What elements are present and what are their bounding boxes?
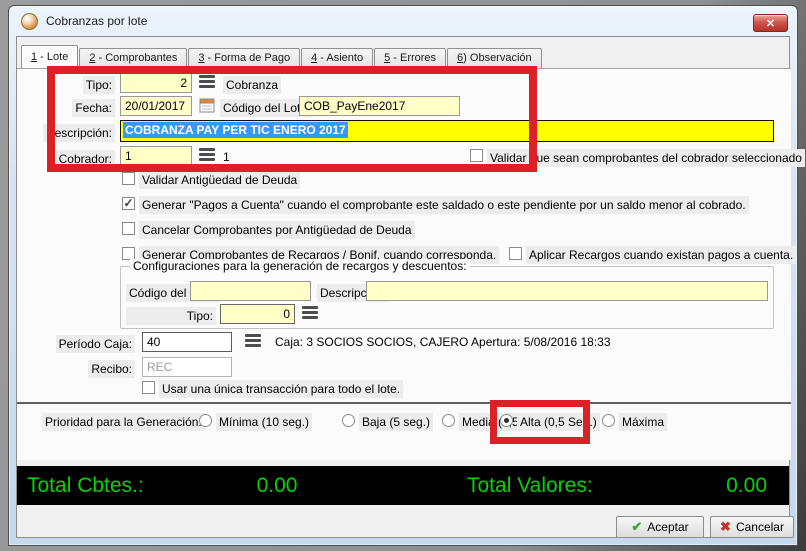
tab-comprobantes[interactable]: 2 - Comprobantes [79,48,187,68]
prioridad-minima-radio[interactable] [199,414,212,427]
aceptar-button[interactable]: ✔ Aceptar [616,516,704,538]
tab-asiento[interactable]: 4 - Asiento [301,48,373,68]
validar-cobrador-checkbox[interactable]: ✓ [470,149,483,162]
total-valores-label: Total Valores: [467,466,593,505]
tab-lote[interactable]: 1 - Lote [21,45,78,68]
grupo-codigo-lote-input[interactable] [190,281,311,301]
validar-antiguedad-checkbox[interactable]: ✓ [122,172,135,185]
recargos-config-title: Configuraciones para la generación de re… [130,259,470,273]
close-button[interactable]: ✕ [753,14,788,32]
caja-info: Caja: 3 SOCIOS SOCIOS, CAJERO Apertura: … [275,335,611,349]
aplicar-recargos-label[interactable]: Aplicar Recargos cuando existan pagos a … [526,246,796,264]
recibo-input[interactable]: REC [142,357,232,377]
cancel-x-icon: ✖ [720,519,731,535]
tab-forma-de-pago[interactable]: 3 - Forma de Pago [188,48,300,68]
dialog-window: Cobranzas por lote ✕ 1 - Lote 2 - Compro… [8,5,798,546]
window-title: Cobranzas por lote [46,14,147,28]
calendar-icon[interactable] [199,97,215,113]
unica-transaccion-label[interactable]: Usar una única transacción para todo el … [159,380,403,398]
tab-errores[interactable]: 5 - Errores [374,48,446,68]
grupo-tipo-lookup-icon[interactable] [302,306,318,319]
grupo-descripcion-input[interactable] [366,281,768,301]
cancelar-button[interactable]: ✖ Cancelar [710,516,794,538]
prioridad-maxima-radio[interactable] [602,414,615,427]
selected-text: COBRANZA PAY PER TIC ENERO 2017 [123,122,348,138]
prioridad-alta-label[interactable]: Alta (0,5 Seg.) [517,413,600,431]
fecha-input[interactable]: 20/01/2017 [120,96,192,116]
codigo-lote-input[interactable]: COB_PayEne2017 [299,96,460,116]
cancelar-comprobantes-label[interactable]: Cancelar Comprobantes por Antigüedad de … [139,221,415,239]
descripcion-label: Descripción: [43,124,115,142]
aplicar-recargos-checkbox[interactable]: ✓ [509,247,522,260]
title-bar: Cobranzas por lote ✕ [9,6,797,36]
recibo-label: Recibo: [88,360,135,378]
totals-bar: Total Cbtes.: 0.00 Total Valores: 0.00 [17,466,789,505]
periodo-caja-input[interactable]: 40 [142,332,232,352]
prioridad-alta-radio[interactable] [500,414,513,427]
close-icon: ✕ [766,17,775,30]
unica-transaccion-checkbox[interactable]: ✓ [142,381,155,394]
validar-antiguedad-label[interactable]: Validar Antigüedad de Deuda [139,171,300,189]
dialog-client-area: 1 - Lote 2 - Comprobantes 3 - Forma de P… [16,36,790,538]
tipo-lookup-icon[interactable] [199,75,215,88]
grupo-tipo-label: Tipo: [126,307,216,325]
descripcion-input[interactable]: COBRANZA PAY PER TIC ENERO 2017 [120,120,774,142]
fecha-label: Fecha: [72,99,115,117]
periodo-caja-label: Período Caja: [56,335,135,353]
prioridad-baja-radio[interactable] [342,414,355,427]
prioridad-minima-label[interactable]: Mínima (10 seg.) [216,413,312,431]
tab-strip: 1 - Lote 2 - Comprobantes 3 - Forma de P… [21,45,543,68]
cobrador-input[interactable]: 1 [120,146,192,166]
separator-line [17,402,791,404]
generar-pagos-label[interactable]: Generar "Pagos a Cuenta" cuando el compr… [139,196,749,214]
periodo-caja-lookup-icon[interactable] [245,334,261,347]
prioridad-baja-label[interactable]: Baja (5 seg.) [359,413,433,431]
cobrador-description: 1 [223,150,230,164]
accept-check-icon: ✔ [631,519,642,535]
total-valores-value: 0.00 [726,466,767,505]
total-cbtes-value: 0.00 [217,466,337,505]
tipo-label: Tipo: [83,76,115,94]
prioridad-label: Prioridad para la Generación: [42,413,205,431]
app-icon [21,13,38,30]
cobrador-lookup-icon[interactable] [199,148,215,161]
validar-cobrador-label[interactable]: Validar que sean comprobantes del cobrad… [487,149,805,167]
tipo-input[interactable]: 2 [120,73,192,93]
generar-pagos-checkbox[interactable]: ✓ [122,197,135,210]
prioridad-maxima-label[interactable]: Máxima [619,413,667,431]
grupo-tipo-input[interactable]: 0 [220,304,295,324]
tab-observacion[interactable]: 6) Observación [447,48,542,68]
prioridad-media-radio[interactable] [442,414,455,427]
tipo-description: Cobranza [223,76,281,94]
recargos-config-group: Configuraciones para la generación de re… [120,266,774,329]
cancelar-comprobantes-checkbox[interactable]: ✓ [122,222,135,235]
total-cbtes-label: Total Cbtes.: [27,466,144,505]
tab-page-lote: Tipo: 2 Cobranza Fecha: 20/01/2017 Códig… [17,68,791,460]
cobrador-label: Cobrador: [56,150,115,168]
